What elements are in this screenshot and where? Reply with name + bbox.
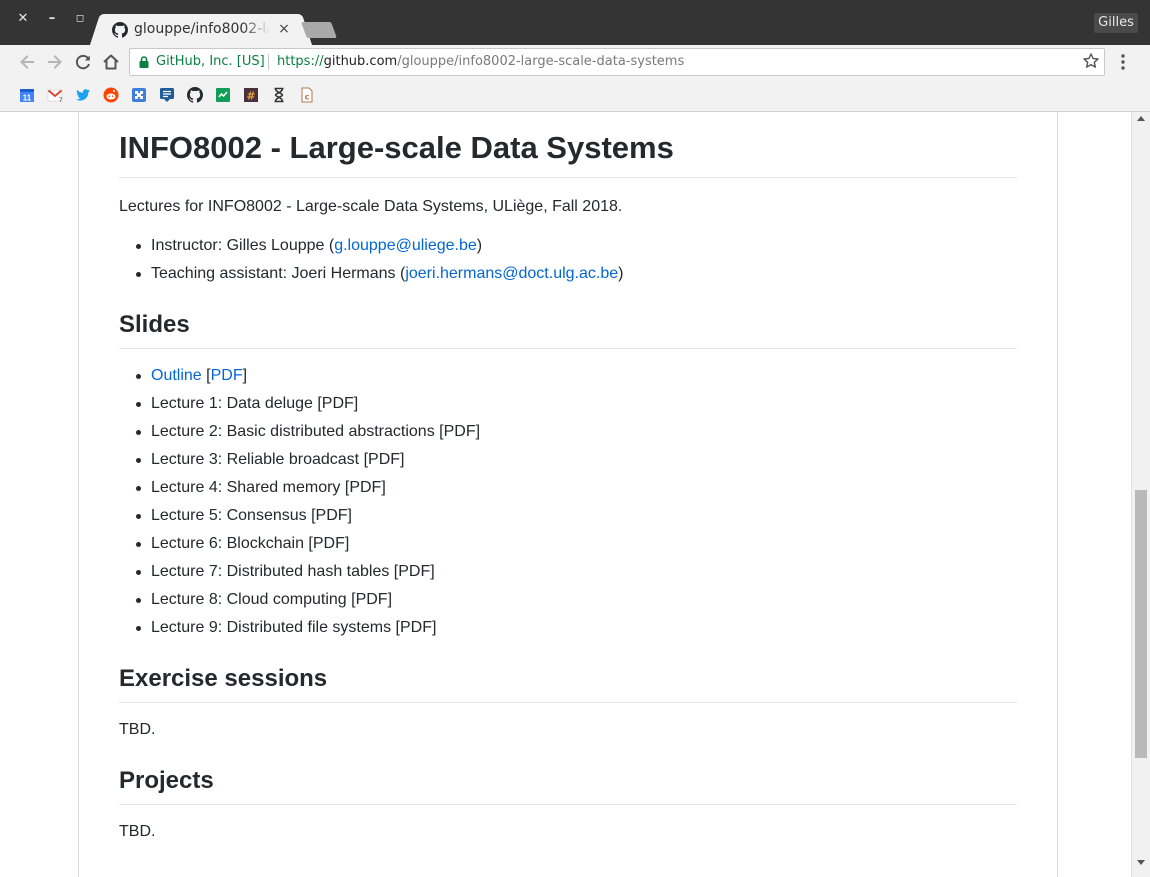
tab-active[interactable]: glouppe/info8002-large-scale-data-system… [102, 14, 300, 45]
window-close-button[interactable]: ✕ [16, 12, 30, 26]
reload-icon[interactable] [72, 51, 94, 73]
back-arrow-icon[interactable] [16, 51, 38, 73]
calendar-icon[interactable]: 11 [19, 87, 35, 103]
staff-list: Instructor: Gilles Louppe (g.louppe@ulie… [119, 236, 623, 292]
svg-text:#: # [246, 90, 255, 103]
list-item-lecture: Lecture 5: Consensus [PDF] [119, 506, 480, 534]
slides-list: Outline [PDF] Lecture 1: Data deluge [PD… [119, 366, 480, 646]
spreadsheet-icon[interactable] [215, 87, 231, 103]
staff-label: Instructor: Gilles Louppe ( [151, 237, 335, 254]
feedly-icon[interactable] [159, 87, 175, 103]
svg-text:11: 11 [23, 94, 32, 103]
bookmarks-bar: 11 7 # c [0, 79, 1150, 112]
svg-text:7: 7 [59, 98, 63, 103]
slack-hash-icon[interactable]: # [243, 87, 259, 103]
projects-heading: Projects [119, 767, 1017, 805]
browser-title-bar: ✕ – ◻ glouppe/info8002-large-scale-data-… [0, 0, 1150, 45]
readme-container: INFO8002 - Large-scale Data Systems Lect… [78, 112, 1058, 877]
url-text[interactable]: https://github.com/glouppe/info8002-larg… [277, 54, 684, 69]
lock-icon [139, 56, 149, 68]
page-title: INFO8002 - Large-scale Data Systems [119, 130, 1017, 178]
forward-arrow-icon[interactable] [44, 51, 66, 73]
profile-button[interactable]: Gilles [1094, 13, 1138, 33]
window-minimize-button[interactable]: – [45, 12, 59, 26]
window-maximize-button[interactable]: ◻ [73, 12, 87, 26]
scroll-down-arrow-icon[interactable] [1137, 860, 1145, 865]
list-item-lecture: Lecture 2: Basic distributed abstraction… [119, 422, 480, 450]
list-item-lecture: Lecture 1: Data deluge [PDF] [119, 394, 480, 422]
staff-suffix: ) [476, 237, 483, 254]
kebab-menu-icon[interactable] [1115, 53, 1131, 71]
staff-label: Teaching assistant: Joeri Hermans ( [151, 265, 406, 282]
staff-suffix: ) [618, 265, 624, 282]
list-item-lecture: Lecture 4: Shared memory [PDF] [119, 478, 480, 506]
slides-heading: Slides [119, 311, 1017, 349]
vertical-scrollbar[interactable] [1131, 112, 1150, 877]
browser-toolbar: GitHub, Inc. [US] https://github.com/glo… [0, 45, 1150, 79]
list-item-lecture: Lecture 9: Distributed file systems [PDF… [119, 618, 480, 646]
url-host: github.com [323, 54, 398, 69]
address-bar[interactable]: GitHub, Inc. [US] https://github.com/glo… [129, 48, 1105, 76]
bracket-open: [ [201, 367, 211, 384]
exercise-sessions-heading: Exercise sessions [119, 665, 1017, 703]
github-icon [112, 22, 128, 38]
tab-title: glouppe/info8002-large-scale-data-system… [134, 21, 270, 37]
gmail-icon[interactable]: 7 [47, 87, 63, 103]
outline-pdf-link[interactable]: PDF [211, 367, 243, 384]
scrollbar-thumb[interactable] [1135, 490, 1147, 758]
home-icon[interactable] [100, 51, 122, 73]
exercise-sessions-text: TBD. [119, 721, 156, 738]
site-identity[interactable]: GitHub, Inc. [US] [156, 54, 265, 69]
svg-text:c: c [305, 93, 310, 102]
scroll-up-arrow-icon[interactable] [1137, 116, 1145, 121]
tab-close-button[interactable]: × [276, 20, 292, 38]
instructor-email-link[interactable]: g.louppe@uliege.be [334, 237, 477, 254]
list-item-lecture: Lecture 8: Cloud computing [PDF] [119, 590, 480, 618]
bracket-close: ] [242, 367, 248, 384]
page-viewport[interactable]: INFO8002 - Large-scale Data Systems Lect… [0, 112, 1131, 877]
url-path: /glouppe/info8002-large-scale-data-syste… [397, 54, 685, 69]
puzzle-icon[interactable] [131, 87, 147, 103]
new-tab-button[interactable] [301, 22, 337, 38]
bookmark-star-icon[interactable] [1082, 52, 1100, 70]
outline-link[interactable]: Outline [151, 367, 202, 384]
list-item-lecture: Lecture 3: Reliable broadcast [PDF] [119, 450, 480, 478]
list-item-lecture: Lecture 6: Blockchain [PDF] [119, 534, 480, 562]
projects-text: TBD. [119, 823, 156, 840]
hourglass-icon[interactable] [271, 87, 287, 103]
github-icon[interactable] [187, 87, 203, 103]
intro-text: Lectures for INFO8002 - Large-scale Data… [119, 198, 623, 215]
address-bar-divider [268, 54, 269, 70]
list-item-instructor: Instructor: Gilles Louppe (g.louppe@ulie… [119, 236, 623, 264]
assistant-email-link[interactable]: joeri.hermans@doct.ulg.ac.be [405, 265, 618, 282]
list-item-assistant: Teaching assistant: Joeri Hermans (joeri… [119, 264, 623, 292]
url-scheme: https:// [277, 54, 324, 69]
list-item-outline: Outline [PDF] [119, 366, 480, 394]
list-item-lecture: Lecture 7: Distributed hash tables [PDF] [119, 562, 480, 590]
twitter-icon[interactable] [75, 87, 91, 103]
reddit-icon[interactable] [103, 87, 119, 103]
doc-c-icon[interactable]: c [299, 87, 315, 103]
